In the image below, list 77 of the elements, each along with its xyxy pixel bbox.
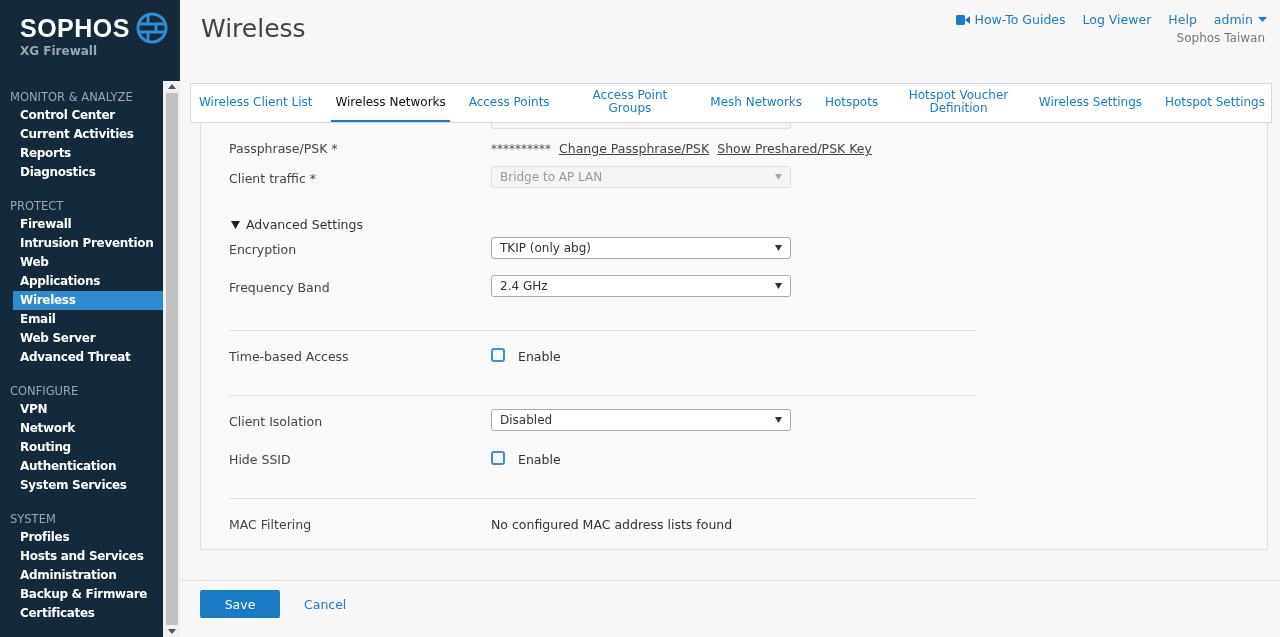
- sidebar-item[interactable]: Control Center: [0, 106, 163, 125]
- dropdown-arrow-icon: [775, 417, 782, 423]
- dropdown-arrow-icon: [775, 245, 782, 251]
- field-label: Client Isolation: [229, 414, 324, 429]
- sidebar-item[interactable]: Intrusion Prevention: [0, 234, 163, 253]
- scroll-up-arrow-icon[interactable]: [167, 84, 176, 89]
- sidebar-item[interactable]: Authentication: [0, 457, 163, 476]
- save-button[interactable]: Save: [200, 590, 280, 618]
- sidebar-section-title: CONFIGURE: [9, 383, 80, 400]
- header-link[interactable]: How-To Guides: [955, 12, 1066, 27]
- sidebar-item[interactable]: Firewall: [0, 215, 163, 234]
- video-camera-icon: [955, 14, 970, 25]
- link[interactable]: Change Passphrase/PSK: [559, 141, 710, 156]
- field-label: Hide SSID: [229, 452, 292, 467]
- brand-name: SOPHOS: [20, 13, 130, 43]
- field-label: Encryption: [229, 242, 298, 257]
- tab[interactable]: Mesh Networks: [706, 84, 807, 122]
- select-field[interactable]: [491, 123, 791, 129]
- tab[interactable]: Access Points: [464, 84, 554, 122]
- caret-icon: [1258, 17, 1267, 22]
- sidebar-item[interactable]: Email: [0, 310, 163, 329]
- sidebar-item[interactable]: Diagnostics: [0, 163, 163, 182]
- dropdown-arrow-icon: [775, 283, 782, 289]
- tab[interactable]: Hotspot Voucher Definition: [897, 84, 1020, 122]
- sidebar-item[interactable]: Web Server: [0, 329, 163, 348]
- tab[interactable]: Hotspot Settings: [1160, 84, 1269, 122]
- sidebar-item[interactable]: VPN: [0, 400, 163, 419]
- sidebar-item[interactable]: Administration: [0, 566, 163, 585]
- select-field[interactable]: Disabled: [491, 409, 791, 431]
- sidebar-item[interactable]: Certificates: [0, 604, 163, 623]
- masked-value: **********: [491, 141, 551, 156]
- organization-name: Sophos Taiwan: [1176, 31, 1265, 45]
- tab[interactable]: Wireless Client List: [195, 84, 317, 122]
- select-field: Bridge to AP LAN: [491, 166, 791, 188]
- field-label: Passphrase/PSK *: [229, 141, 339, 156]
- header-link[interactable]: admin: [1213, 12, 1267, 27]
- checkbox-label: Enable: [518, 349, 561, 364]
- sidebar-item[interactable]: Hosts and Services: [0, 547, 163, 566]
- sidebar-item[interactable]: Backup & Firmware: [0, 585, 163, 604]
- scroll-down-arrow-icon[interactable]: [167, 629, 176, 634]
- header-link[interactable]: Help: [1168, 12, 1197, 27]
- sidebar-item[interactable]: Profiles: [0, 528, 163, 547]
- select-field[interactable]: 2.4 GHz: [491, 275, 791, 297]
- sidebar-section-title: PROTECT: [9, 198, 65, 215]
- sidebar-section-title: SYSTEM: [9, 511, 57, 528]
- page-title: Wireless: [201, 14, 306, 45]
- checkbox-label: Enable: [518, 452, 561, 467]
- globe-logo-icon: [136, 12, 168, 44]
- header-link[interactable]: Log Viewer: [1082, 12, 1152, 27]
- link[interactable]: Show Preshared/PSK Key: [717, 141, 872, 156]
- field-label: Time-based Access: [229, 349, 350, 364]
- checkbox[interactable]: [491, 348, 505, 362]
- select-field[interactable]: TKIP (only abg): [491, 237, 791, 259]
- sidebar-item[interactable]: Reports: [0, 144, 163, 163]
- field-label: Frequency Band: [229, 280, 331, 295]
- sidebar-item[interactable]: System Services: [0, 476, 163, 495]
- tab[interactable]: Access Point Groups: [568, 84, 692, 122]
- field-label: MAC Filtering: [229, 517, 313, 532]
- sidebar-item[interactable]: Web: [0, 253, 163, 272]
- dropdown-arrow-icon: [775, 174, 782, 180]
- tab[interactable]: Hotspots: [820, 84, 883, 122]
- tab[interactable]: Wireless Settings: [1034, 84, 1147, 122]
- triangle-down-icon: [231, 220, 240, 229]
- section-toggle[interactable]: Advanced Settings: [231, 217, 363, 232]
- sidebar-item[interactable]: Routing: [0, 438, 163, 457]
- sidebar-item[interactable]: Network: [0, 419, 163, 438]
- product-name: XG Firewall: [20, 44, 99, 58]
- sidebar-item[interactable]: Current Activities: [0, 125, 163, 144]
- sidebar-item[interactable]: Advanced Threat: [0, 348, 163, 367]
- cancel-link[interactable]: Cancel: [286, 596, 365, 612]
- scrollbar[interactable]: [163, 81, 180, 637]
- field-label: Client traffic *: [229, 171, 318, 186]
- field-value: No configured MAC address lists found: [491, 517, 733, 532]
- sidebar-item[interactable]: Wireless: [13, 291, 163, 310]
- checkbox[interactable]: [491, 451, 505, 465]
- sidebar-item[interactable]: Applications: [0, 272, 163, 291]
- sidebar-section-title: MONITOR & ANALYZE: [9, 89, 134, 106]
